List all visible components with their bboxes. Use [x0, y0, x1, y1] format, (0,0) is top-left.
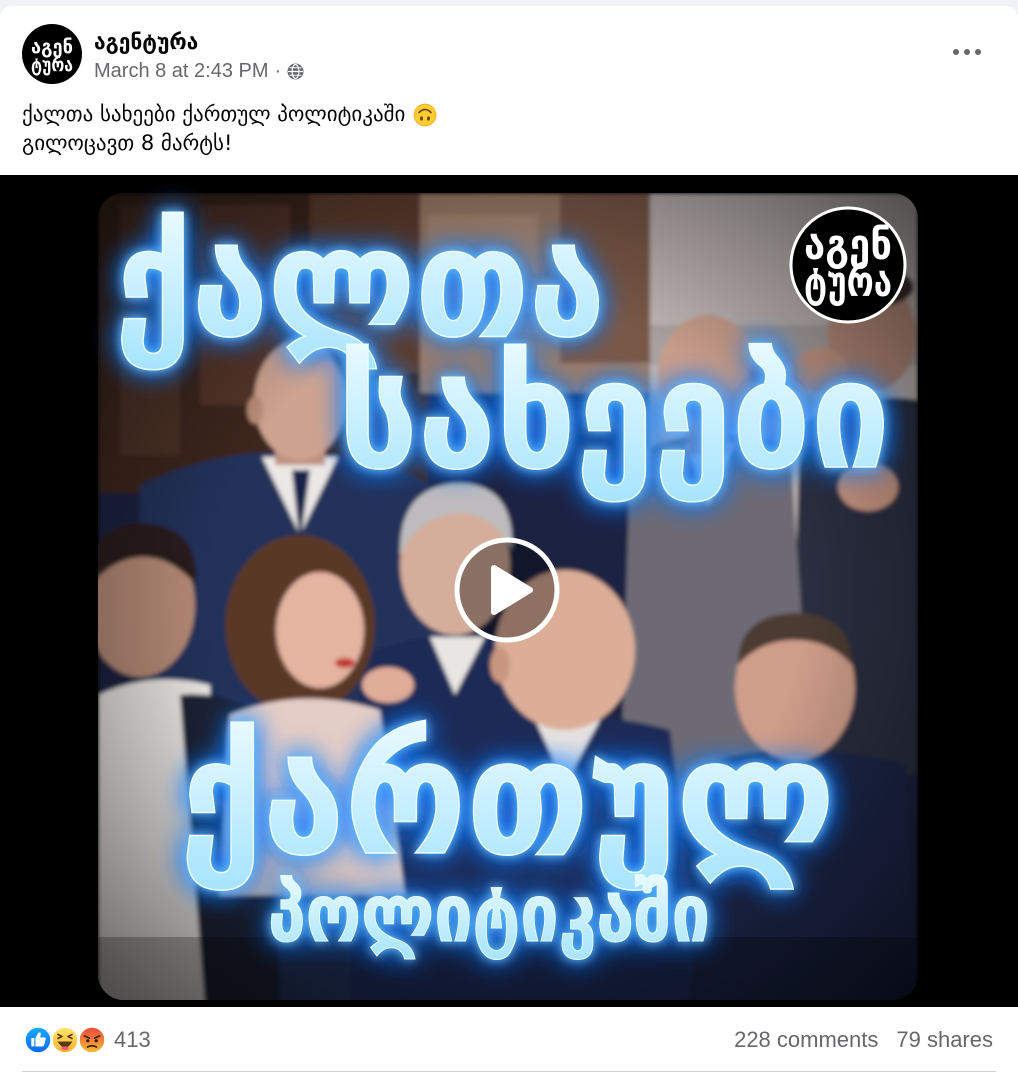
overlay-line-4: პოლიტიკაში — [268, 867, 710, 960]
page-name-link[interactable]: აგენტურა — [94, 28, 198, 56]
video-logo-text-bottom: ტურა — [804, 257, 892, 306]
globe-icon[interactable] — [287, 63, 304, 80]
engagement-summary: 228 comments 79 shares — [734, 1026, 993, 1054]
reaction-icons — [23, 1025, 107, 1055]
video-player[interactable]: ქალთა სახეები ქართულ პოლიტიკაში აგენ ტურ… — [0, 175, 1018, 1007]
post-message-line: გილოცავთ 8 მარტს! — [22, 129, 992, 158]
overlay-line-2: სახეები — [338, 329, 890, 503]
post-message-text: გილოცავთ 8 მარტს! — [22, 131, 233, 155]
like-icon — [23, 1025, 53, 1055]
post-meta: March 8 at 2:43 PM · — [94, 58, 304, 84]
avatar-logo: აგენ ტურა — [22, 24, 82, 84]
post-message: ქალთა სახეები ქართულ პოლიტიკაში გილოცავთ… — [22, 100, 992, 158]
overlay-line-3: ქართულ — [180, 704, 835, 891]
more-options-icon — [953, 49, 959, 55]
shares-count-link[interactable]: 79 shares — [896, 1026, 993, 1054]
avatar-logo-text-bottom: ტურა — [31, 54, 73, 76]
video-thumbnail: ქალთა სახეები ქართულ პოლიტიკაში აგენ ტურ… — [0, 175, 1018, 1007]
more-options-icon — [964, 49, 970, 55]
post-message-line: ქალთა სახეები ქართულ პოლიტიკაში — [22, 100, 992, 129]
video-logo: აგენ ტურა — [789, 206, 907, 324]
post-timestamp-link[interactable]: March 8 at 2:43 PM — [94, 60, 269, 83]
more-options-icon — [975, 49, 981, 55]
play-button[interactable] — [454, 537, 560, 643]
post-message-text: ქალთა სახეები ქართულ პოლიტიკაში — [22, 102, 406, 126]
upside-down-face-emoji — [413, 103, 437, 126]
footer-divider — [22, 1071, 996, 1072]
angry-icon — [77, 1025, 107, 1055]
comments-count-link[interactable]: 228 comments — [734, 1026, 878, 1054]
more-options-button[interactable] — [944, 35, 990, 69]
haha-icon — [50, 1025, 80, 1055]
page-avatar[interactable]: აგენ ტურა — [22, 24, 82, 84]
post-card: აგენ ტურა აგენტურა March 8 at 2:43 PM · … — [0, 6, 1018, 1074]
reactions-summary[interactable] — [22, 1024, 114, 1056]
meta-separator: · — [274, 59, 282, 82]
reaction-count[interactable]: 413 — [114, 1026, 151, 1054]
feed-page: აგენ ტურა აგენტურა March 8 at 2:43 PM · … — [0, 0, 1018, 1074]
